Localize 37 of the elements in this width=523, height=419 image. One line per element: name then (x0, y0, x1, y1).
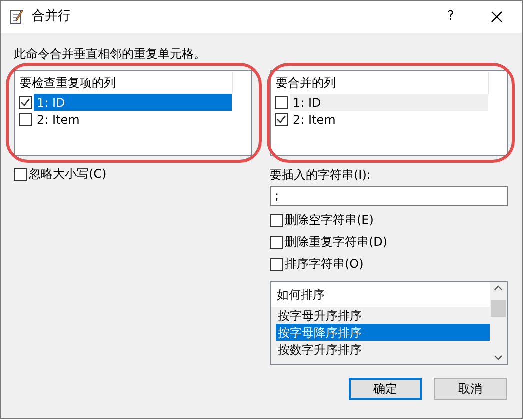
list-item[interactable]: 按数字升序排序 (276, 341, 490, 358)
close-icon (491, 11, 503, 23)
column-list[interactable]: 要合并的列 1: ID 2: Item (270, 70, 508, 156)
checkbox[interactable] (275, 96, 288, 109)
window-title: 合并行 (32, 8, 71, 26)
checkbox[interactable] (275, 113, 288, 126)
list-header: 要检查重复项的列 (20, 75, 116, 92)
field-label: 要插入的字符串(I): (270, 167, 372, 182)
input-field[interactable]: ; (270, 186, 508, 206)
list-item[interactable]: 2: Item (34, 111, 232, 128)
checkbox[interactable] (19, 113, 32, 126)
list-header: 要合并的列 (276, 75, 336, 92)
checkbox[interactable] (19, 96, 32, 109)
list-item[interactable]: 2: Item (290, 111, 488, 128)
dialog-button[interactable]: 取消 (434, 378, 507, 400)
list-item[interactable]: 1: ID (290, 94, 488, 111)
checkbox[interactable] (14, 168, 27, 180)
help-button[interactable]: ? (428, 1, 474, 33)
scrollbar-thumb[interactable] (491, 300, 506, 316)
checkbox[interactable] (270, 258, 283, 270)
list-item[interactable]: 1: ID (34, 94, 232, 111)
list-item[interactable]: 按字母降序排序 (276, 324, 490, 341)
checkbox[interactable] (270, 214, 283, 226)
column-list[interactable]: 要检查重复项的列 1: ID 2: Item (14, 70, 252, 156)
list-item[interactable]: 按字母升序排序 (276, 307, 490, 324)
sort-list[interactable]: 如何排序 按字母升序排序 按字母降序排序 按数字升序排序 (270, 281, 508, 365)
notepad-icon (9, 9, 25, 25)
checkbox[interactable] (270, 236, 283, 248)
checkbox-label: 删除重复字符串(D) (285, 234, 388, 251)
dialog-button[interactable]: 确定 (349, 378, 422, 400)
description-text: 此命令合并垂直相邻的重复单元格。 (14, 46, 207, 61)
checkbox-label: 排序字符串(O) (285, 256, 364, 273)
list-header: 如何排序 (277, 286, 325, 304)
check-icon (276, 114, 287, 125)
checkbox-label: 删除空字符串(E) (285, 212, 374, 229)
check-icon (20, 97, 31, 108)
checkbox-label: 忽略大小写(C) (29, 166, 107, 183)
